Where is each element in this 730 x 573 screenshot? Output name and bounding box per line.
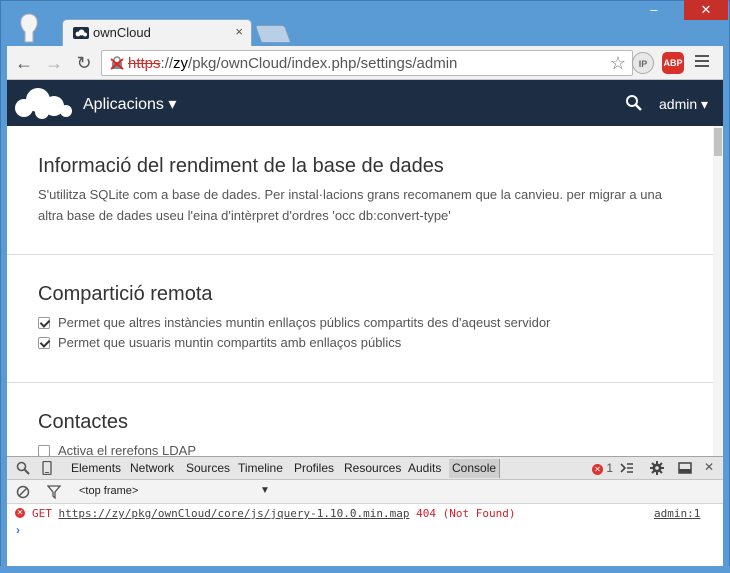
- new-tab-button[interactable]: [254, 25, 292, 43]
- tab-resources[interactable]: Resources: [344, 461, 401, 475]
- db-section-title: Informació del rendiment de la base de d…: [38, 155, 444, 177]
- tab-title: ownCloud: [93, 25, 151, 40]
- contacts-section-title: Contactes: [38, 411, 129, 433]
- devtools-tabbar: Elements Network Sources Timeline Profil…: [7, 457, 723, 480]
- allow-remote-mount-option[interactable]: Permet que altres instàncies muntin enll…: [38, 315, 550, 330]
- tab-close-icon[interactable]: ×: [235, 24, 243, 39]
- console-error-row: ✕ GET https://zy/pkg/ownCloud/core/js/jq…: [7, 505, 723, 522]
- user-menu-button[interactable]: admin ▾: [659, 96, 708, 113]
- allow-remote-mount-label: Permet que altres instàncies muntin enll…: [58, 315, 551, 330]
- browser-toolbar: ← → ↻ https://zy/pkg/ownCloud/index.php/…: [7, 46, 723, 80]
- close-devtools-icon[interactable]: ✕: [704, 460, 714, 474]
- frame-select-caret-icon[interactable]: ▼: [260, 485, 270, 496]
- sharing-section: Compartició remota Permet que altres ins…: [7, 255, 713, 383]
- forward-arrow-icon[interactable]: →: [43, 52, 65, 74]
- tab-profiles[interactable]: Profiles: [294, 461, 334, 475]
- error-dot-icon: ✕: [592, 464, 603, 475]
- chrome-menu-icon[interactable]: [695, 55, 709, 70]
- apps-menu-button[interactable]: Aplicacions ▾: [83, 94, 176, 114]
- owncloud-logo-icon[interactable]: [12, 86, 74, 120]
- url-scheme: https: [128, 55, 161, 72]
- error-count: 1: [606, 461, 614, 475]
- profile-icon[interactable]: [16, 12, 42, 44]
- allow-remote-mount-checkbox[interactable]: [38, 317, 50, 329]
- contacts-section: Contactes Activa el rerefons LDAP: [7, 383, 713, 456]
- db-section: Informació del rendiment de la base de d…: [7, 126, 713, 255]
- content-scrollbar[interactable]: [713, 126, 723, 456]
- console-error-message: GET https://zy/pkg/ownCloud/core/js/jque…: [32, 507, 515, 520]
- device-mode-icon[interactable]: [40, 461, 54, 475]
- url-host: zy: [173, 55, 189, 72]
- settings-gear-icon[interactable]: [650, 461, 664, 475]
- minimize-button[interactable]: –: [640, 0, 668, 20]
- error-status: 404 (Not Found): [416, 507, 516, 520]
- frame-select[interactable]: <top frame>: [79, 485, 138, 497]
- search-icon[interactable]: [625, 94, 643, 112]
- allow-users-mount-checkbox[interactable]: [38, 337, 50, 349]
- console-prompt[interactable]: ›: [16, 523, 20, 537]
- settings-content: Informació del rendiment de la base de d…: [7, 126, 723, 456]
- address-bar[interactable]: https://zy/pkg/ownCloud/index.php/settin…: [101, 50, 633, 76]
- bookmark-star-icon[interactable]: ☆: [610, 53, 626, 74]
- back-arrow-icon[interactable]: ←: [13, 52, 35, 74]
- db-section-text: S'utilitza SQLite com a base de dades. P…: [38, 187, 662, 223]
- tab-network[interactable]: Network: [130, 461, 174, 475]
- adblock-plus-icon[interactable]: ABP: [662, 52, 684, 74]
- error-icon: ✕: [15, 508, 25, 518]
- insecure-lock-icon: [110, 56, 124, 70]
- error-source-link[interactable]: admin:1: [654, 507, 700, 520]
- tab-strip: ownCloud × – ✕: [0, 0, 730, 46]
- close-window-button[interactable]: ✕: [684, 0, 728, 20]
- filter-icon[interactable]: [47, 485, 61, 499]
- error-count-badge[interactable]: ✕ 1: [592, 461, 613, 475]
- clear-console-icon[interactable]: [16, 485, 30, 499]
- dock-side-icon[interactable]: [678, 461, 692, 475]
- allow-users-mount-option[interactable]: Permet que usuaris muntin compartits amb…: [38, 335, 401, 350]
- window-bottom-border: [0, 566, 730, 573]
- error-url-link[interactable]: https://zy/pkg/ownCloud/core/js/jquery-1…: [59, 507, 410, 520]
- error-method: GET: [32, 507, 52, 520]
- owncloud-header: Aplicacions ▾ admin ▾: [7, 80, 723, 126]
- tab-elements[interactable]: Elements: [71, 461, 121, 475]
- ldap-backend-option[interactable]: Activa el rerefons LDAP: [38, 443, 196, 456]
- ldap-backend-checkbox[interactable]: [38, 445, 50, 456]
- inspect-search-icon[interactable]: [16, 461, 30, 475]
- url-text: https://zy/pkg/ownCloud/index.php/settin…: [128, 55, 458, 72]
- owncloud-favicon-icon: [73, 27, 89, 39]
- devtools-panel: Elements Network Sources Timeline Profil…: [7, 456, 723, 566]
- show-drawer-icon[interactable]: [620, 461, 634, 475]
- tab-owncloud[interactable]: ownCloud ×: [62, 19, 252, 46]
- tab-audits[interactable]: Audits: [408, 461, 441, 475]
- allow-users-mount-label: Permet que usuaris muntin compartits amb…: [58, 335, 402, 350]
- url-path: /pkg/ownCloud/index.php/settings/admin: [188, 55, 458, 72]
- scrollbar-thumb[interactable]: [714, 128, 722, 156]
- tab-sources[interactable]: Sources: [186, 461, 230, 475]
- ldap-backend-label: Activa el rerefons LDAP: [58, 443, 197, 456]
- ip-extension-icon[interactable]: IP: [632, 52, 654, 74]
- reload-icon[interactable]: ↻: [73, 52, 95, 74]
- tab-timeline[interactable]: Timeline: [238, 461, 283, 475]
- sharing-section-title: Compartició remota: [38, 283, 213, 305]
- console-filterbar: <top frame> ▼: [7, 480, 723, 504]
- tab-console[interactable]: Console: [449, 459, 501, 478]
